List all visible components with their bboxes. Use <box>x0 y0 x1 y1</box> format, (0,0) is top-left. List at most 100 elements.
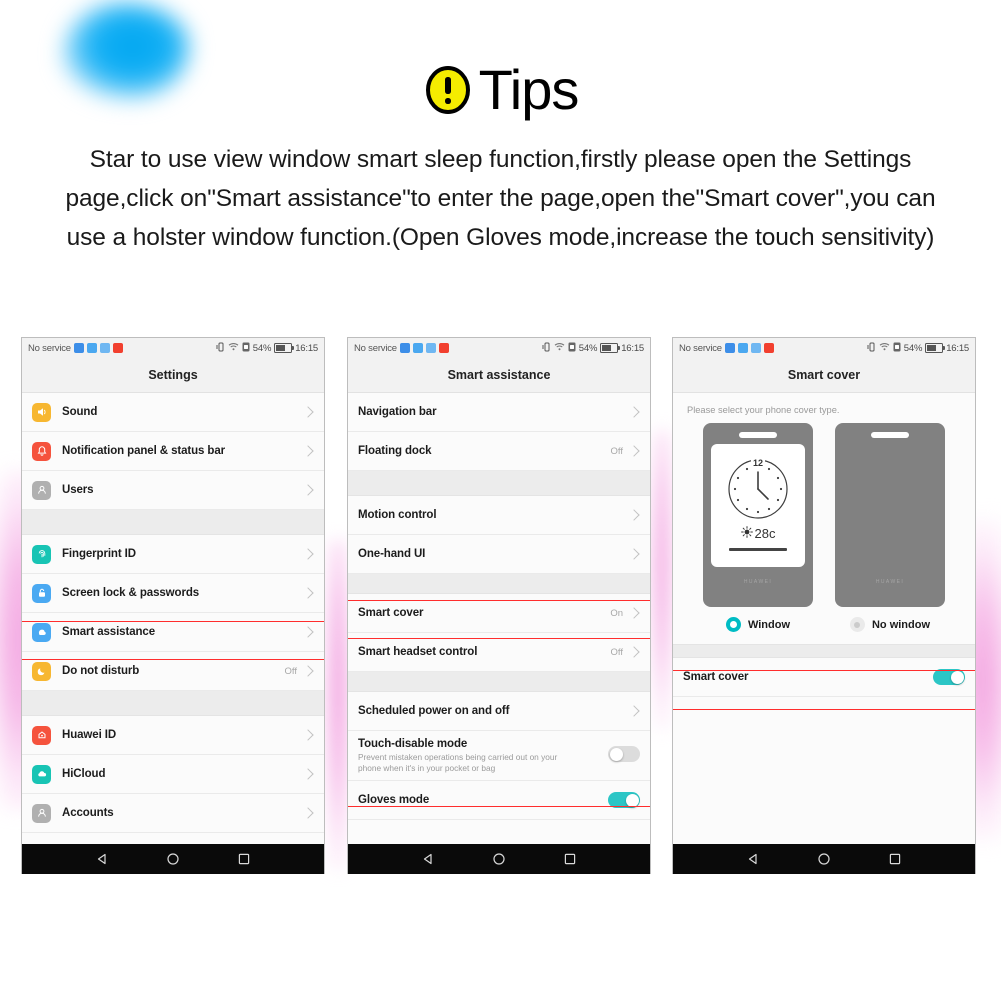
status-badge-icon-4 <box>438 343 449 353</box>
status-badge-icon-4 <box>763 343 774 353</box>
radio-option-label: Window <box>747 618 791 631</box>
radio-option-no-window[interactable]: No window <box>835 617 945 632</box>
assistance-row-navigation-bar[interactable]: Navigation bar <box>348 393 650 432</box>
settings-row-huawei-id[interactable]: Huawei ID <box>22 716 324 755</box>
page-title: Tips <box>478 58 580 121</box>
settings-row-label: Smart assistance <box>62 626 156 638</box>
cover-preview-window[interactable]: 12 28c HUAWEI <box>703 423 813 607</box>
users-icon <box>32 480 51 500</box>
assistance-row-touch-disable-mode[interactable]: Touch-disable mode Prevent mistaken oper… <box>348 731 650 781</box>
back-triangle-icon[interactable] <box>95 852 109 866</box>
smart-cover-toggle[interactable] <box>933 669 965 685</box>
radio-unselected-icon[interactable] <box>849 617 865 632</box>
radio-option-window[interactable]: Window <box>703 617 813 632</box>
vibrate-icon <box>216 342 225 355</box>
settings-row-label: Sound <box>62 406 98 418</box>
assistance-row-label: Smart headset control <box>358 646 478 658</box>
assistance-row-label: Touch-disable mode <box>358 738 468 750</box>
assistance-row-smart-headset-control[interactable]: Smart headset control Off <box>348 633 650 672</box>
settings-row-notification-panel[interactable]: Notification panel & status bar <box>22 432 324 471</box>
lock-icon <box>32 583 51 603</box>
cover-brand-label: HUAWEI <box>743 579 773 585</box>
settings-row-label: Screen lock & passwords <box>62 587 200 599</box>
assistance-row-label: Floating dock <box>358 445 432 457</box>
recents-square-icon[interactable] <box>563 852 577 866</box>
settings-row-hicloud[interactable]: HiCloud <box>22 755 324 794</box>
assistance-row-motion-control[interactable]: Motion control <box>348 496 650 535</box>
cover-type-hint: Please select your phone cover type. <box>687 405 840 415</box>
chevron-right-icon <box>628 705 640 717</box>
phone2-screen: No service 54% 16:15 Smart assistance Na… <box>348 338 650 844</box>
home-circle-icon[interactable] <box>166 852 180 866</box>
settings-row-smart-assistance[interactable]: Smart assistance <box>22 613 324 652</box>
assistance-row-scheduled-power[interactable]: Scheduled power on and off <box>348 692 650 731</box>
settings-row-accounts[interactable]: Accounts <box>22 794 324 833</box>
sun-icon <box>740 526 753 541</box>
chevron-right-icon <box>302 807 314 819</box>
wifi-icon <box>554 342 565 354</box>
assistance-row-value: Off <box>610 646 624 658</box>
settings-row-label: HiCloud <box>62 768 106 780</box>
vibrate-icon <box>542 342 551 355</box>
fingerprint-icon <box>32 544 51 564</box>
recents-square-icon[interactable] <box>888 852 902 866</box>
status-badge-icon-1 <box>73 343 84 353</box>
settings-row-label: Accounts <box>62 807 114 819</box>
battery-icon <box>925 343 945 353</box>
home-circle-icon[interactable] <box>492 852 506 866</box>
assistance-row-smart-cover[interactable]: Smart cover On <box>348 594 650 633</box>
cloud-icon <box>32 764 51 784</box>
settings-row-do-not-disturb[interactable]: Do not disturb Off <box>22 652 324 691</box>
gloves-mode-toggle[interactable] <box>608 792 640 808</box>
status-badge-icon-2 <box>412 343 423 353</box>
assistance-row-value: On <box>610 607 623 619</box>
status-bar-left: No service <box>679 343 774 354</box>
pink-decorative-blob-mid-2 <box>650 430 674 730</box>
chevron-right-icon <box>628 646 640 658</box>
back-triangle-icon[interactable] <box>746 852 760 866</box>
settings-row-fingerprint[interactable]: Fingerprint ID <box>22 535 324 574</box>
empty-list-area <box>673 697 975 844</box>
moon-icon <box>32 661 51 681</box>
chevron-right-icon <box>302 406 314 418</box>
vibrate-icon <box>867 342 876 355</box>
assistance-row-gloves-mode[interactable]: Gloves mode <box>348 781 650 820</box>
assistance-row-one-hand-ui[interactable]: One-hand UI <box>348 535 650 574</box>
list-section-gap <box>348 672 650 692</box>
phone1-screen: No service 54% 16:15 Settings Sound Noti… <box>22 338 324 844</box>
list-section-gap <box>22 510 324 535</box>
touch-disable-mode-toggle[interactable] <box>608 746 640 762</box>
tips-body-text: Star to use view window smart sleep func… <box>65 146 936 251</box>
home-circle-icon[interactable] <box>817 852 831 866</box>
assistance-row-label: Scheduled power on and off <box>358 705 510 717</box>
smart-cover-toggle-row[interactable]: Smart cover <box>673 658 975 697</box>
chevron-right-icon <box>628 607 640 619</box>
warning-exclamation-icon <box>423 65 473 115</box>
back-triangle-icon[interactable] <box>421 852 435 866</box>
settings-row-users[interactable]: Users <box>22 471 324 510</box>
settings-row-label: Notification panel & status bar <box>62 445 226 457</box>
cover-option-previews: 12 28c HUAWEI HUAWEI <box>673 423 975 607</box>
settings-row-value: Off <box>284 665 298 677</box>
radio-selected-icon[interactable] <box>725 617 741 632</box>
assistance-row-label: Motion control <box>358 509 437 521</box>
tips-title-row: Tips <box>0 62 1001 118</box>
chevron-right-icon <box>628 445 640 457</box>
status-badge-icon-2 <box>86 343 97 353</box>
cover-type-radio-group: Window No window <box>673 607 975 644</box>
settings-row-sound[interactable]: Sound <box>22 393 324 432</box>
recents-square-icon[interactable] <box>237 852 251 866</box>
chevron-right-icon <box>302 484 314 496</box>
phone-screenshot-smart-cover: No service 54% 16:15 Smart cover Please … <box>672 337 976 874</box>
smart-assistance-icon <box>32 622 51 642</box>
carrier-label: No service <box>28 342 71 354</box>
phone2-nav-bar <box>348 844 650 874</box>
chevron-right-icon <box>302 626 314 638</box>
assistance-row-floating-dock[interactable]: Floating dock Off <box>348 432 650 471</box>
settings-row-screen-lock[interactable]: Screen lock & passwords <box>22 574 324 613</box>
cover-preview-no-window[interactable]: HUAWEI <box>835 423 945 607</box>
phone-screenshot-smart-assistance: No service 54% 16:15 Smart assistance Na… <box>347 337 651 874</box>
list-section-gap <box>673 644 975 658</box>
clock-hour-label: 12 <box>750 458 766 468</box>
phone1-title: Settings <box>22 358 324 393</box>
